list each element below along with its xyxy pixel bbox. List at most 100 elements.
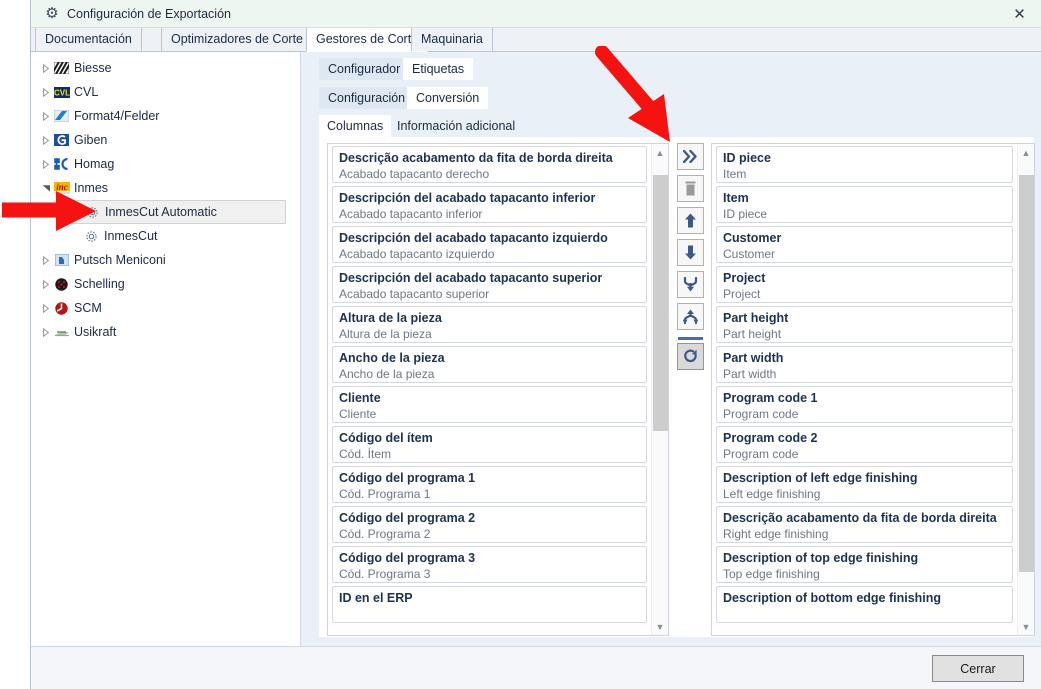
list-item-title: Program code 1 <box>723 390 1006 406</box>
chevron-right-icon[interactable] <box>39 85 53 99</box>
list-item[interactable]: Altura de la piezaAltura de la pieza <box>332 306 647 343</box>
tree-item-cvl[interactable]: CVLCVL <box>39 80 286 104</box>
move-right-button[interactable] <box>677 143 704 170</box>
tree-item-label: Giben <box>74 133 107 147</box>
list-item-subtitle: Customer <box>723 246 1006 262</box>
tree-item-label: InmesCut Automatic <box>105 205 217 219</box>
tree-item-inmescut-automatic[interactable]: InmesCut Automatic <box>69 200 286 224</box>
tree-item-putsch-meniconi[interactable]: Putsch Meniconi <box>39 248 286 272</box>
scroll-down-icon[interactable]: ▼ <box>652 618 668 635</box>
tab-optimizadores-de-corte[interactable]: Optimizadores de Corte <box>161 28 313 51</box>
tree-item-schelling[interactable]: Schelling <box>39 272 286 296</box>
chevron-down-icon[interactable] <box>39 181 53 195</box>
list-item-title: Código del programa 1 <box>339 470 640 486</box>
tree-item-usikraft[interactable]: Usikraft <box>39 320 286 344</box>
list-item[interactable]: ID pieceItem <box>716 146 1013 183</box>
chevron-right-icon[interactable] <box>39 157 53 171</box>
tab-configuracion[interactable]: Configuración <box>319 87 414 109</box>
list-item[interactable]: Descrição acabamento da fita de borda di… <box>332 146 647 183</box>
delete-button[interactable] <box>677 175 704 202</box>
close-button[interactable]: Cerrar <box>932 655 1024 682</box>
scroll-up-icon[interactable]: ▲ <box>652 144 668 161</box>
list-item[interactable]: Part heightPart height <box>716 306 1013 343</box>
list-item[interactable]: Código del ítemCód. Ítem <box>332 426 647 463</box>
list-item[interactable]: ID en el ERP <box>332 586 647 623</box>
tab-informacion-adicional[interactable]: Información adicional <box>389 115 523 137</box>
tree-item-inmes[interactable]: incInmes <box>39 176 286 200</box>
chevron-right-icon[interactable] <box>39 253 53 267</box>
transfer-toolbar <box>677 143 707 363</box>
list-item-subtitle: Left edge finishing <box>723 486 1006 502</box>
list-item[interactable]: Código del programa 3Cód. Programa 3 <box>332 546 647 583</box>
chevron-right-icon[interactable] <box>39 61 53 75</box>
tab-columnas[interactable]: Columnas <box>319 115 391 137</box>
list-item[interactable]: Description of top edge finishingTop edg… <box>716 546 1013 583</box>
list-item[interactable]: Descrição acabamento da fita de borda di… <box>716 506 1013 543</box>
refresh-button[interactable] <box>677 343 704 370</box>
list-item[interactable]: Descripción del acabado tapacanto inferi… <box>332 186 647 223</box>
chevron-right-icon[interactable] <box>39 277 53 291</box>
list-item[interactable]: Ancho de la piezaAncho de la pieza <box>332 346 647 383</box>
list-item-subtitle: Acabado tapacanto superior <box>339 286 640 302</box>
chevron-right-icon[interactable] <box>39 109 53 123</box>
list-item-title: Program code 2 <box>723 430 1006 446</box>
tree-item-scm[interactable]: SCM <box>39 296 286 320</box>
available-columns-list[interactable]: Descrição acabamento da fita de borda di… <box>327 143 669 636</box>
tab-maquinaria[interactable]: Maquinaria <box>411 28 493 51</box>
list-item[interactable]: Código del programa 1Cód. Programa 1 <box>332 466 647 503</box>
tree-spacer <box>70 205 84 219</box>
list-item-title: Código del ítem <box>339 430 640 446</box>
list-item[interactable]: ClienteCliente <box>332 386 647 423</box>
tab-etiquetas[interactable]: Etiquetas <box>403 58 473 80</box>
tab-documentacion[interactable]: Documentación <box>35 28 142 51</box>
split-button[interactable] <box>677 303 704 330</box>
tree-item-label: Putsch Meniconi <box>74 253 166 267</box>
chevron-right-icon[interactable] <box>39 133 53 147</box>
list-item[interactable]: Program code 2Program code <box>716 426 1013 463</box>
list-item[interactable]: Descripción del acabado tapacanto superi… <box>332 266 647 303</box>
list-item-subtitle: Project <box>723 286 1006 302</box>
scrollbar-thumb[interactable] <box>1019 175 1034 573</box>
list-item[interactable]: Descripción del acabado tapacanto izquie… <box>332 226 647 263</box>
tree-item-label: Usikraft <box>74 325 116 339</box>
list-item[interactable]: Description of bottom edge finishing <box>716 586 1013 623</box>
list-item[interactable]: Código del programa 2Cód. Programa 2 <box>332 506 647 543</box>
tree-item-giben[interactable]: Giben <box>39 128 286 152</box>
columns-panel: Descrição acabamento da fita de borda di… <box>319 137 1034 637</box>
list-item-title: ID en el ERP <box>339 590 640 606</box>
list-item[interactable]: CustomerCustomer <box>716 226 1013 263</box>
selected-columns-list[interactable]: ID pieceItemItemID pieceCustomerCustomer… <box>711 143 1035 636</box>
tab-configurador[interactable]: Configurador <box>319 58 409 80</box>
merge-button[interactable] <box>677 271 704 298</box>
arrow-up-icon <box>684 213 697 228</box>
list-item[interactable]: ProjectProject <box>716 266 1013 303</box>
scroll-up-icon[interactable]: ▲ <box>1018 144 1034 161</box>
tree-item-biesse[interactable]: Biesse <box>39 56 286 80</box>
move-up-button[interactable] <box>677 207 704 234</box>
tab-conversion[interactable]: Conversión <box>407 87 488 109</box>
chevron-right-icon[interactable] <box>39 301 53 315</box>
list-item[interactable]: Program code 1Program code <box>716 386 1013 423</box>
list-item[interactable]: Part widthPart width <box>716 346 1013 383</box>
tree-item-inmescut[interactable]: InmesCut <box>69 224 286 248</box>
scroll-down-icon[interactable]: ▼ <box>1018 618 1034 635</box>
tree-spacer <box>69 229 83 243</box>
tab-gestores-de-corte[interactable]: Gestores de Corte <box>306 28 428 52</box>
tree-item-homag[interactable]: Homag <box>39 152 286 176</box>
machine-tree[interactable]: BiesseCVLCVLFormat4/Felder Giben HomagincI… <box>31 52 301 646</box>
list-item-subtitle: Cliente <box>339 406 640 422</box>
list-item[interactable]: ItemID piece <box>716 186 1013 223</box>
list-item-subtitle: Program code <box>723 446 1006 462</box>
tree-item-format4-felder[interactable]: Format4/Felder <box>39 104 286 128</box>
tree-item-label: InmesCut <box>104 229 158 243</box>
close-icon[interactable]: ✕ <box>997 0 1041 27</box>
dialog-footer: Cerrar <box>31 646 1041 689</box>
arrow-down-icon <box>684 245 697 260</box>
available-columns-scrollbar[interactable]: ▲ ▼ <box>651 144 668 635</box>
chevron-right-icon[interactable] <box>39 325 53 339</box>
move-down-button[interactable] <box>677 239 704 266</box>
scrollbar-thumb[interactable] <box>653 175 668 431</box>
selected-columns-scrollbar[interactable]: ▲ ▼ <box>1017 144 1034 635</box>
list-item[interactable]: Description of left edge finishingLeft e… <box>716 466 1013 503</box>
giben-logo-icon <box>53 133 70 148</box>
